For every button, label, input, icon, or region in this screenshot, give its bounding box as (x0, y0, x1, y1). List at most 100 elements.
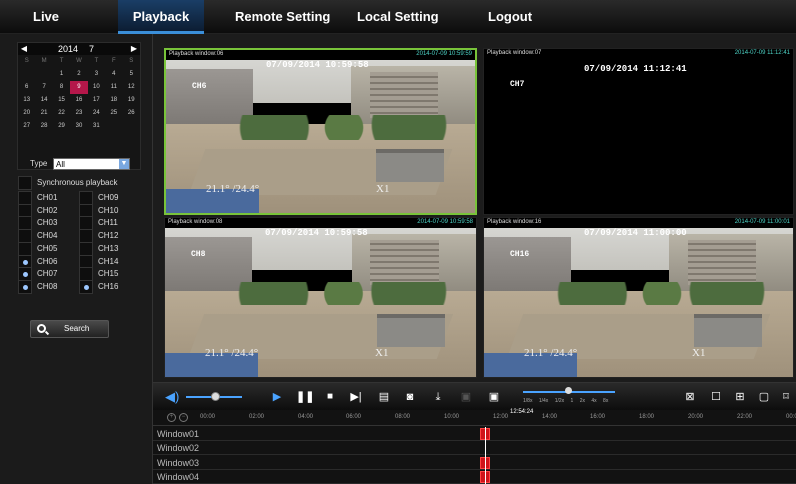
calendar-day[interactable]: 24 (88, 107, 105, 120)
search-icon (37, 324, 46, 333)
channel-checkbox-ch13[interactable] (79, 242, 93, 256)
calendar-day[interactable]: 19 (123, 94, 140, 107)
calendar-day[interactable]: 29 (53, 120, 70, 133)
tab-local-setting[interactable]: Local Setting (357, 0, 439, 34)
calendar-day[interactable]: 13 (18, 94, 35, 107)
calendar-day[interactable]: 1 (53, 68, 70, 81)
calendar-day-selected[interactable]: 9 (70, 81, 88, 94)
calendar-day[interactable]: 3 (88, 68, 105, 81)
calendar-day[interactable]: 31 (88, 120, 105, 133)
channel-checkbox-ch04[interactable] (18, 229, 32, 243)
speed-label: 2x (579, 398, 585, 404)
channel-checkbox-ch07[interactable] (18, 267, 32, 281)
calendar-day[interactable]: 11 (105, 81, 122, 94)
calendar-day[interactable]: 2 (70, 68, 87, 81)
playback-window[interactable]: Playback window:07 2014-07-09 11:12:41 07/… (483, 48, 794, 215)
channel-checkbox-ch12[interactable] (79, 229, 93, 243)
stop-icon[interactable]: ■ (323, 390, 337, 404)
tab-logout[interactable]: Logout (488, 0, 532, 34)
calendar-day[interactable]: 8 (53, 81, 70, 94)
volume-knob[interactable] (211, 392, 220, 401)
osd-time: 07/09/2014 10:59:58 (266, 60, 369, 70)
channel-checkbox-ch15[interactable] (79, 267, 93, 281)
sync-playback-checkbox[interactable] (18, 176, 32, 190)
snapshot-icon[interactable]: ◙ (403, 390, 417, 404)
tab-live[interactable]: Live (33, 0, 59, 34)
channel-label: CH07 (37, 269, 58, 278)
weekday-label: W (76, 58, 82, 64)
playback-window[interactable]: Playback window:06 2014-07-09 10:59:59 07/… (164, 48, 477, 215)
playback-window[interactable]: Playback window:16 2014-07-09 11:00:01 07/… (483, 217, 794, 378)
clip-icon[interactable]: ▤ (377, 390, 391, 404)
timeline[interactable]: + − 12:54:24 00:00 02:00 04:00 06:00 08:00 10… (153, 409, 796, 484)
channel-checkbox-ch01[interactable] (18, 191, 32, 205)
tab-playback[interactable]: Playback (118, 0, 204, 34)
timeline-tick: 12:00 (493, 414, 509, 420)
calendar-day[interactable]: 22 (53, 107, 70, 120)
calendar-day[interactable]: 10 (88, 81, 105, 94)
calendar-day (18, 68, 35, 81)
window-timestamp: 2014-07-09 10:59:58 (417, 219, 473, 225)
calendar-day[interactable]: 18 (105, 94, 122, 107)
calendar-day[interactable]: 20 (18, 107, 35, 120)
export-icon[interactable]: ▣ (459, 390, 473, 404)
fullscreen-icon[interactable]: ⌑ (779, 390, 793, 404)
layout-1-icon[interactable]: ☐ (709, 390, 723, 404)
cursor-time: 12:54:24 (510, 409, 534, 415)
calendar-day[interactable]: 26 (123, 107, 140, 120)
timeline-track[interactable]: Window04 (153, 470, 796, 484)
timeline-track[interactable]: Window03 (153, 456, 796, 470)
calendar-day[interactable]: 23 (70, 107, 87, 120)
fullscreen-window-icon[interactable]: ▣ (487, 390, 501, 404)
channel-checkbox-ch09[interactable] (79, 191, 93, 205)
play-icon[interactable]: ▶ (270, 390, 284, 404)
layout-9-icon[interactable]: ▢ (757, 390, 771, 404)
playback-window[interactable]: Playback window:08 2014-07-09 10:59:58 07/… (164, 217, 477, 378)
timeline-track[interactable]: Window01 (153, 427, 796, 441)
volume-icon[interactable]: ◀) (165, 390, 179, 404)
calendar-day[interactable]: 6 (18, 81, 35, 94)
calendar-day[interactable]: 15 (53, 94, 70, 107)
calendar-day[interactable]: 12 (123, 81, 140, 94)
speed-knob[interactable] (565, 387, 572, 394)
channel-checkbox-ch08[interactable] (18, 280, 32, 294)
calendar-day[interactable]: 4 (105, 68, 122, 81)
calendar-day[interactable]: 28 (35, 120, 52, 133)
zoom-out-icon[interactable]: − (179, 413, 188, 422)
calendar-day[interactable]: 17 (88, 94, 105, 107)
layout-auto-icon[interactable]: ⊠ (683, 390, 697, 404)
channel-checkbox-ch03[interactable] (18, 216, 32, 230)
calendar-day[interactable]: 30 (70, 120, 87, 133)
timeline-tick: 08:00 (395, 414, 411, 420)
calendar-year: 2014 (58, 44, 79, 54)
channel-checkbox-ch05[interactable] (18, 242, 32, 256)
type-select[interactable]: All ▼ (53, 158, 130, 170)
download-icon[interactable]: ⤓ (431, 390, 445, 404)
tab-remote-setting[interactable]: Remote Setting (235, 0, 330, 34)
top-nav: Live Playback Remote Setting Local Setti… (0, 0, 796, 34)
layout-4-icon[interactable]: ⊞ (733, 390, 747, 404)
calendar-day (35, 68, 52, 81)
search-button[interactable]: Search (30, 320, 109, 338)
calendar-day[interactable]: 14 (35, 94, 52, 107)
timeline-cursor[interactable] (485, 427, 486, 484)
calendar-day[interactable]: 5 (123, 68, 140, 81)
next-frame-icon[interactable]: ▶| (349, 390, 363, 404)
timeline-tick: 00:00 (200, 414, 216, 420)
speed-label: 1 (570, 398, 574, 404)
calendar-day[interactable]: 25 (105, 107, 122, 120)
calendar-day[interactable]: 16 (70, 94, 87, 107)
pause-icon[interactable]: ❚❚ (296, 390, 314, 404)
speed-labels: 1/8x 1/4x 1/2x 1 2x 4x 8x (523, 398, 613, 404)
calendar-day[interactable]: 21 (35, 107, 52, 120)
calendar-day[interactable]: 27 (18, 120, 35, 133)
calendar-day[interactable]: 7 (35, 81, 52, 94)
next-month-button[interactable]: ▶ (128, 43, 140, 55)
timeline-track[interactable]: Window02 (153, 441, 796, 456)
channel-checkbox-ch11[interactable] (79, 216, 93, 230)
zoom-in-icon[interactable]: + (167, 413, 176, 422)
chevron-down-icon[interactable]: ▼ (119, 159, 129, 169)
timeline-tick: 14:00 (542, 414, 558, 420)
prev-month-button[interactable]: ◀ (18, 43, 30, 55)
channel-checkbox-ch16[interactable] (79, 280, 93, 294)
